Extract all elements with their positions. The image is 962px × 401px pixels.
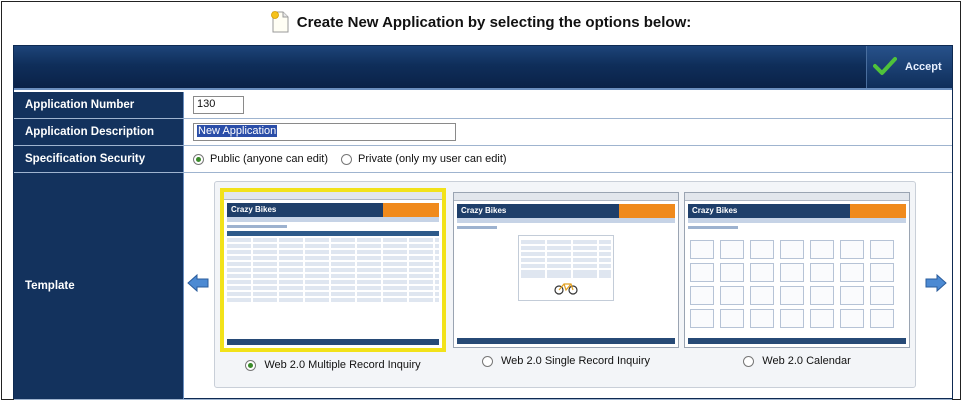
template-radio-multiple[interactable] <box>245 359 257 371</box>
arrow-left-icon[interactable] <box>186 273 210 293</box>
spec-security-row: Specification Security Public (anyone ca… <box>14 146 952 173</box>
template-card-multiple-record[interactable]: Crazy Bikes Web 2.0 Multiple Record Inqu… <box>220 188 446 371</box>
app-number-row: Application Number 130 <box>14 92 952 119</box>
public-radio[interactable] <box>193 153 204 165</box>
app-description-row: Application Description New Application <box>14 119 952 146</box>
template-picker: Crazy Bikes Web 2.0 Multiple Record Inqu… <box>184 173 952 399</box>
checkmark-icon <box>873 56 897 79</box>
form-body: Application Number 130 Application Descr… <box>14 92 952 400</box>
template-radio-calendar[interactable] <box>743 355 755 367</box>
template-card-label: Web 2.0 Calendar <box>762 355 851 367</box>
thumb-brand: Crazy Bikes <box>692 206 738 215</box>
security-radio-group: Public (anyone can edit) Private (only m… <box>193 153 515 165</box>
security-option-public[interactable]: Public (anyone can edit) <box>193 153 328 165</box>
page-title: Create New Application by selecting the … <box>296 13 692 31</box>
thumb-brand: Crazy Bikes <box>231 205 277 214</box>
private-radio[interactable] <box>341 153 353 165</box>
arrow-right-icon[interactable] <box>924 273 948 293</box>
security-option-private[interactable]: Private (only my user can edit) <box>341 153 507 165</box>
page-header: Create New Application by selecting the … <box>2 2 960 42</box>
private-option-label: Private (only my user can edit) <box>358 153 507 165</box>
template-card-calendar[interactable]: Crazy Bikes Web 2.0 Calendar <box>684 188 910 367</box>
template-label: Template <box>14 173 184 399</box>
new-document-icon <box>270 11 289 33</box>
application-form-panel: Accept Application Number 130 Applicatio… <box>13 45 953 400</box>
app-description-value: New Application <box>197 125 278 137</box>
spec-security-label: Specification Security <box>14 146 184 172</box>
accept-button[interactable]: Accept <box>866 46 952 88</box>
app-number-input[interactable]: 130 <box>193 96 244 114</box>
app-description-label: Application Description <box>14 119 184 145</box>
public-option-label: Public (anyone can edit) <box>210 153 329 165</box>
template-radio-single[interactable] <box>482 355 493 367</box>
template-carousel: Crazy Bikes Web 2.0 Multiple Record Inqu… <box>214 181 916 388</box>
accept-label: Accept <box>905 61 942 73</box>
template-thumbnail[interactable]: Crazy Bikes <box>684 192 910 348</box>
thumb-brand: Crazy Bikes <box>461 206 507 215</box>
template-thumbnail[interactable]: Crazy Bikes <box>220 188 446 352</box>
template-card-label: Web 2.0 Single Record Inquiry <box>501 355 650 367</box>
create-application-window: Create New Application by selecting the … <box>1 1 961 400</box>
app-description-input[interactable]: New Application <box>193 123 456 141</box>
template-row: Template Crazy Bikes Web 2.0 Multiple Re… <box>14 173 952 400</box>
template-card-label: Web 2.0 Multiple Record Inquiry <box>264 359 421 371</box>
template-card-single-record[interactable]: Crazy Bikes Web 2.0 Single Record Inquir… <box>453 188 679 367</box>
toolbar: Accept <box>14 46 952 90</box>
app-number-label: Application Number <box>14 92 184 118</box>
template-thumbnail[interactable]: Crazy Bikes <box>453 192 679 348</box>
